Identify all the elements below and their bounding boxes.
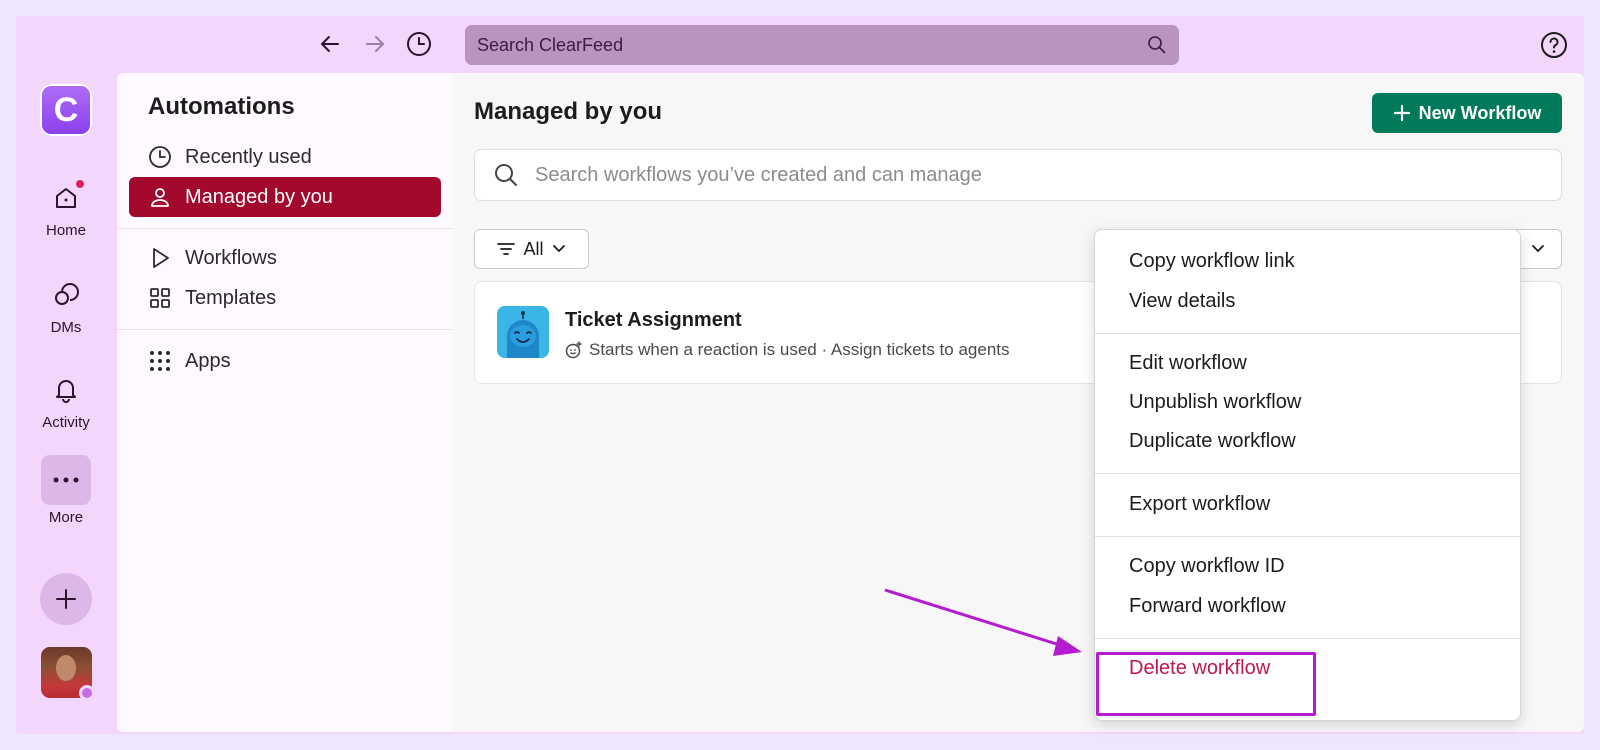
sidebar-item-label: Recently used <box>185 145 312 168</box>
person-icon <box>151 188 169 207</box>
sidebar-item-apps[interactable]: Apps <box>129 341 441 381</box>
workflow-context-menu: Copy workflow link View details Edit wor… <box>1094 229 1522 721</box>
arrow-right-icon <box>366 36 384 52</box>
play-icon <box>153 248 169 268</box>
menu-item-export[interactable]: Export workflow <box>1129 493 1270 516</box>
grid-icon <box>150 288 170 308</box>
filter-icon <box>497 243 516 255</box>
ellipsis-icon <box>53 477 79 483</box>
dots-grid-icon <box>150 351 170 371</box>
clock-icon <box>407 32 431 56</box>
back-button[interactable] <box>316 30 344 58</box>
search-icon <box>1148 36 1166 54</box>
new-workflow-button[interactable]: New Workflow <box>1372 93 1562 133</box>
sidebar-item-label: Apps <box>185 349 231 372</box>
sidebar-item-templates[interactable]: Templates <box>129 278 441 318</box>
menu-item-unpublish[interactable]: Unpublish workflow <box>1129 391 1301 414</box>
emoji-add-icon <box>565 341 582 359</box>
rail-item-dms[interactable]: DMs <box>26 275 106 336</box>
menu-item-edit[interactable]: Edit workflow <box>1129 352 1247 375</box>
filter-label: All <box>523 238 544 259</box>
menu-item-copy-id[interactable]: Copy workflow ID <box>1129 555 1285 578</box>
arrow-left-icon <box>321 36 339 52</box>
automations-sidebar: Automations Recently used Managed by you… <box>117 73 452 732</box>
rail-label-dms: DMs <box>50 319 82 336</box>
new-workflow-label: New Workflow <box>1418 102 1542 123</box>
plus-icon <box>56 589 76 609</box>
search-icon <box>495 164 517 186</box>
help-button[interactable] <box>1540 31 1568 64</box>
forward-button[interactable] <box>361 30 389 58</box>
menu-item-view-details[interactable]: View details <box>1129 290 1235 313</box>
workflow-title: Ticket Assignment <box>565 309 742 331</box>
chevron-down-icon <box>1532 245 1544 253</box>
workspace-logo-letter: C <box>53 90 79 129</box>
rail-item-more[interactable]: More <box>26 455 106 526</box>
rail-item-home[interactable]: Home <box>26 178 106 239</box>
history-button[interactable] <box>405 30 433 58</box>
plus-icon <box>1393 104 1410 122</box>
menu-item-copy-link[interactable]: Copy workflow link <box>1129 250 1295 273</box>
presence-indicator <box>79 685 95 701</box>
sidebar-title: Automations <box>148 93 295 120</box>
clock-icon <box>149 146 171 168</box>
question-circle-icon <box>1541 32 1567 58</box>
workspace-logo[interactable]: C <box>40 84 92 136</box>
workflow-search-input[interactable]: Search workflows you’ve created and can … <box>474 149 1562 201</box>
sidebar-item-label: Templates <box>185 286 277 309</box>
rail-item-activity[interactable]: Activity <box>26 370 106 431</box>
home-icon <box>56 188 76 208</box>
sidebar-item-managed-by-you[interactable]: Managed by you <box>129 177 441 217</box>
sidebar-item-label: Workflows <box>185 246 277 269</box>
notification-dot <box>76 180 84 188</box>
robot-icon <box>497 306 549 358</box>
bell-icon <box>56 380 76 403</box>
chevron-down-icon <box>552 245 565 253</box>
rail-label-more: More <box>48 509 84 526</box>
rail-label-activity: Activity <box>42 414 90 431</box>
menu-item-forward[interactable]: Forward workflow <box>1129 595 1286 618</box>
menu-item-duplicate[interactable]: Duplicate workflow <box>1129 430 1296 453</box>
sidebar-item-label: Managed by you <box>185 185 333 208</box>
page-title: Managed by you <box>474 98 663 125</box>
workflow-subtitle: Starts when a reaction is used · Assign … <box>589 340 1010 359</box>
sidebar-item-recently-used[interactable]: Recently used <box>129 137 441 177</box>
workflow-search-placeholder: Search workflows you’ve created and can … <box>535 163 982 186</box>
create-button[interactable] <box>40 573 92 625</box>
filter-dropdown[interactable]: All <box>474 229 589 269</box>
rail-label-home: Home <box>45 222 86 239</box>
global-search-input[interactable]: Search ClearFeed <box>465 25 1179 65</box>
message-icon <box>55 283 79 305</box>
sidebar-item-workflows[interactable]: Workflows <box>129 238 441 278</box>
global-search-placeholder: Search ClearFeed <box>477 34 624 55</box>
annotation-highlight-box <box>1096 652 1316 716</box>
